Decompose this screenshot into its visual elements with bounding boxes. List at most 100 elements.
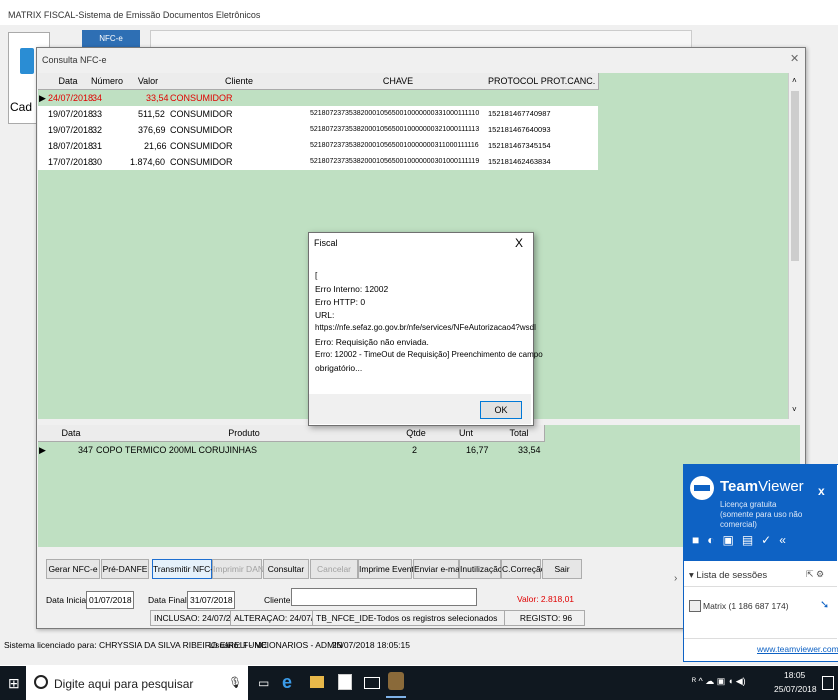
gerar-nfce-button[interactable]: Gerar NFC-e xyxy=(46,559,100,579)
cell-chave: 5218072373538200010565001000000030100011… xyxy=(310,158,480,165)
imprimir-danfe-button[interactable]: Imprimir DANFE xyxy=(212,559,275,579)
cell-cliente: CONSUMIDOR xyxy=(170,157,233,167)
cell-total: 33,54 xyxy=(518,445,541,455)
cell-chave: 5218072373538200010565001000000033100011… xyxy=(310,110,480,117)
col-total[interactable]: Total xyxy=(494,425,545,442)
cell-protocolo: 152181467640093 xyxy=(488,125,551,134)
correcao-button[interactable]: C.Correção xyxy=(501,559,545,579)
col-chave[interactable]: CHAVE xyxy=(308,73,489,90)
cell-valor: 376,69 xyxy=(138,125,166,135)
notification-icon[interactable] xyxy=(822,676,834,690)
sair-button[interactable]: Sair xyxy=(542,559,582,579)
cell-cliente: CONSUMIDOR xyxy=(170,109,233,119)
col-protocolo[interactable]: PROTOCOLO xyxy=(488,73,545,90)
session-computer-icon xyxy=(689,600,701,612)
col-prot-canc[interactable]: PROT.CANC. xyxy=(538,73,599,90)
data-final-input[interactable]: 31/07/2018 xyxy=(187,591,235,609)
grid-scrollbar[interactable]: ˄ ˅ xyxy=(788,73,801,419)
scroll-thumb[interactable] xyxy=(791,91,799,261)
table-row[interactable]: 17/07/2018 30 1.874,60 CONSUMIDOR 521807… xyxy=(38,154,598,170)
explorer-icon[interactable] xyxy=(310,676,324,688)
teamviewer-controls-icons[interactable]: ■◐▣▤✓« xyxy=(692,533,794,547)
brand-team: Team xyxy=(720,478,759,495)
inutilizacao-button[interactable]: Inutilização xyxy=(459,559,503,579)
expand-chevron-icon[interactable]: › xyxy=(674,573,677,584)
enviar-email-button[interactable]: Enviar e-mail xyxy=(413,559,464,579)
cell-codigo: 347 xyxy=(78,445,94,455)
imprime-evento-button[interactable]: Imprime Evento xyxy=(358,559,419,579)
cadastro-label: Cad xyxy=(10,100,33,114)
row-selected-icon: ▶ xyxy=(39,445,46,455)
tabela-status: TB_NFCE_IDE-Todos os registros seleciona… xyxy=(312,610,505,626)
cell-data: 19/07/2018 xyxy=(48,125,94,135)
col-data[interactable]: Data xyxy=(48,73,89,90)
dialog-ok-button[interactable]: OK xyxy=(480,401,522,419)
nfce-tab[interactable]: NFC-e xyxy=(82,30,140,48)
window-close-button[interactable]: ✕ xyxy=(790,52,802,65)
table-row[interactable]: 18/07/2018 31 21,66 CONSUMIDOR 521807237… xyxy=(38,138,598,154)
dialog-line: URL: xyxy=(315,310,335,320)
session-cursor-icon[interactable]: ➘ xyxy=(820,598,829,611)
col-data[interactable]: Data xyxy=(48,425,95,442)
table-row[interactable]: 19/07/2018 33 511,52 CONSUMIDOR 52180723… xyxy=(38,106,598,122)
col-unt[interactable]: Unt xyxy=(438,425,495,442)
cell-data: 17/07/2018 xyxy=(48,157,94,167)
col-valor[interactable]: Valor xyxy=(126,73,171,90)
table-row[interactable]: ▶ 347 COPO TERMICO 200ML CORUJINHAS 2 16… xyxy=(38,442,544,458)
scroll-down-icon[interactable]: ˅ xyxy=(792,405,797,414)
edge-icon[interactable]: e xyxy=(282,672,292,693)
tv-divider xyxy=(684,586,837,587)
dialog-line: Erro: 12002 - TimeOut de Requisição] Pre… xyxy=(315,350,543,359)
col-produto[interactable]: Produto xyxy=(94,425,395,442)
search-circle-icon xyxy=(34,675,48,689)
search-placeholder: Digite aqui para pesquisar xyxy=(54,677,194,691)
table-row[interactable]: ▶ 24/07/2018 34 33,54 CONSUMIDOR xyxy=(38,90,598,106)
pre-danfe-button[interactable]: Pré-DANFE xyxy=(101,559,149,579)
scroll-up-icon[interactable]: ˄ xyxy=(792,76,797,85)
consultar-button[interactable]: Consultar xyxy=(263,559,309,579)
windows-start-icon[interactable]: ⊞ xyxy=(8,675,20,692)
dialog-line: Erro: Requisição não enviada. xyxy=(315,337,429,347)
col-qtde[interactable]: Qtde xyxy=(394,425,439,442)
cell-numero: 33 xyxy=(92,109,103,119)
transmitir-nfce-button[interactable]: Transmitir NFC-e xyxy=(152,559,218,579)
store-icon[interactable] xyxy=(338,674,352,690)
cell-qtde: 2 xyxy=(412,445,418,455)
table-row[interactable]: 19/07/2018 32 376,69 CONSUMIDOR 52180723… xyxy=(38,122,598,138)
dialog-title: Fiscal xyxy=(314,238,338,248)
cell-unt: 16,77 xyxy=(466,445,489,455)
active-app-indicator xyxy=(386,696,406,698)
usuario-text: Usuário: FUNCIONARIOS - ADMIN xyxy=(209,640,343,650)
sessions-actions-icon[interactable]: ⇱ ⚙ xyxy=(806,569,824,580)
col-cliente[interactable]: Cliente xyxy=(170,73,309,90)
cell-valor: 33,54 xyxy=(146,93,169,103)
teamviewer-close-button[interactable]: x xyxy=(818,484,825,498)
clock-time[interactable]: 18:05 xyxy=(784,670,805,680)
data-inicial-label: Data Inicial xyxy=(46,595,89,605)
tray-icons[interactable]: ᴿ ^ ☁ ▣ ◖ ◀) xyxy=(692,676,746,687)
matrix-app-icon[interactable] xyxy=(388,672,404,690)
mail-icon[interactable] xyxy=(364,677,380,689)
cell-data: 19/07/2018 xyxy=(48,109,94,119)
cell-data: 24/07/2018 xyxy=(48,93,94,103)
teamviewer-logo-icon xyxy=(690,476,714,500)
task-view-icon[interactable]: ▭ xyxy=(258,676,269,690)
cliente-label: Cliente xyxy=(264,595,291,605)
microphone-icon[interactable]: 🎙 xyxy=(228,676,242,689)
window-title: Consulta NFC-e xyxy=(42,55,107,65)
clock-date[interactable]: 25/07/2018 xyxy=(774,684,817,694)
dialog-close-button[interactable]: X xyxy=(515,236,523,250)
cell-protocolo: 152181467345154 xyxy=(488,141,551,150)
teamviewer-link[interactable]: www.teamviewer.com xyxy=(757,644,838,654)
cliente-input[interactable] xyxy=(291,588,477,606)
session-item[interactable]: Matrix (1 186 687 174) xyxy=(703,601,789,611)
cell-chave: 5218072373538200010565001000000032100011… xyxy=(310,126,480,133)
col-numero[interactable]: Número xyxy=(88,73,127,90)
cancelar-button[interactable]: Cancelar xyxy=(310,559,358,579)
cell-chave: 5218072373538200010565001000000031100011… xyxy=(310,142,479,149)
teamviewer-license: Licença gratuita (somente para uso não c… xyxy=(720,500,803,529)
data-inicial-input[interactable]: 01/07/2018 xyxy=(86,591,134,609)
row-selected-icon: ▶ xyxy=(39,93,46,103)
sessions-header[interactable]: ▾ Lista de sessões xyxy=(689,570,767,581)
valor-total: Valor: 2.818,01 xyxy=(517,594,575,604)
